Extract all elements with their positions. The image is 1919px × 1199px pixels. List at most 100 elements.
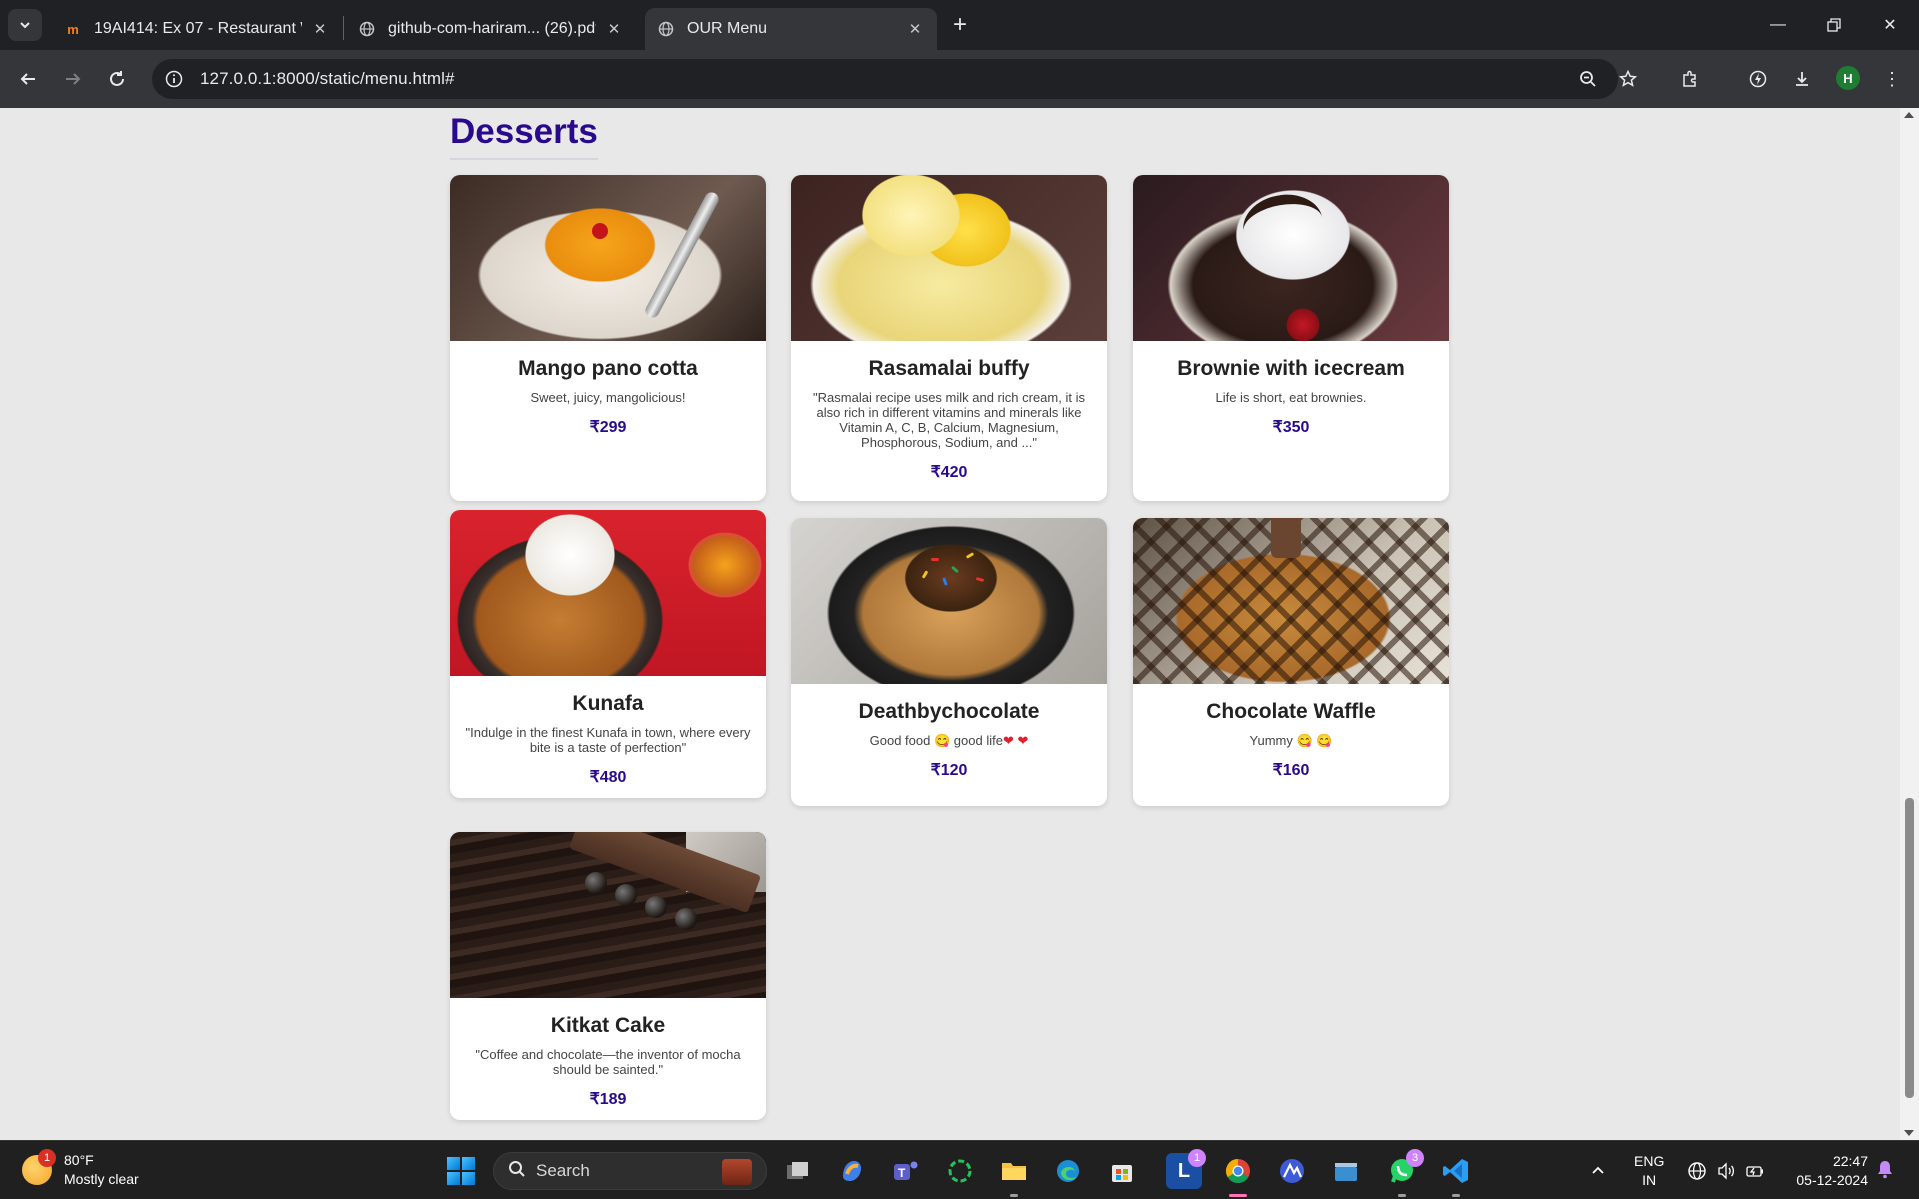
start-button[interactable] bbox=[447, 1157, 475, 1185]
chrome-icon bbox=[1225, 1159, 1250, 1184]
speed-icon bbox=[1749, 70, 1767, 88]
address-bar[interactable]: 127.0.0.1:8000/static/menu.html# bbox=[152, 59, 1618, 99]
menu-card-mango-pano-cotta[interactable]: Mango pano cotta Sweet, juicy, mangolici… bbox=[450, 175, 766, 501]
page-scrollbar[interactable] bbox=[1900, 108, 1919, 1140]
running-indicator bbox=[1229, 1194, 1247, 1197]
reload-button[interactable] bbox=[99, 61, 135, 97]
arrow-right-icon bbox=[66, 73, 81, 85]
tab-our-menu[interactable]: OUR Menu ✕ bbox=[645, 8, 937, 50]
whatsapp-button[interactable]: 3 bbox=[1384, 1149, 1424, 1197]
circle-app-button[interactable] bbox=[942, 1153, 978, 1189]
puzzle-icon bbox=[1683, 70, 1696, 87]
description-text: good life bbox=[953, 733, 1003, 748]
film-app-button[interactable] bbox=[1328, 1153, 1364, 1189]
dessert-photo bbox=[1133, 175, 1449, 341]
arc-icon bbox=[1280, 1159, 1304, 1183]
notification-badge: 1 bbox=[1188, 1149, 1206, 1167]
lang-bottom: IN bbox=[1642, 1172, 1657, 1188]
clapperboard-icon bbox=[1335, 1163, 1357, 1181]
tab-title: github-com-hariram... (26).pdf bbox=[388, 20, 596, 37]
item-name: Mango pano cotta bbox=[518, 357, 698, 380]
store-icon bbox=[1112, 1165, 1132, 1182]
chrome-button[interactable] bbox=[1220, 1153, 1256, 1197]
volume-icon[interactable] bbox=[1716, 1141, 1736, 1199]
input-language[interactable]: ENG IN bbox=[1634, 1152, 1664, 1190]
show-hidden-icons[interactable] bbox=[1590, 1141, 1606, 1199]
weather-temp: 80°F bbox=[64, 1152, 94, 1168]
teams-icon: T bbox=[894, 1161, 918, 1180]
search-highlight-icon bbox=[722, 1159, 752, 1185]
performance-button[interactable] bbox=[1740, 61, 1776, 97]
taskbar-search[interactable]: Search bbox=[493, 1152, 767, 1190]
extensions-button[interactable] bbox=[1672, 61, 1708, 97]
minimize-icon: — bbox=[1770, 16, 1786, 33]
scroll-up-arrow[interactable] bbox=[1904, 112, 1914, 118]
clock-date: 05-12-2024 bbox=[1796, 1172, 1868, 1188]
scroll-down-arrow[interactable] bbox=[1904, 1130, 1914, 1136]
running-indicator bbox=[1010, 1194, 1018, 1197]
downloads-button[interactable] bbox=[1784, 61, 1820, 97]
menu-card-deathbychocolate[interactable]: Deathbychocolate Good food 😋 good life❤ … bbox=[791, 518, 1107, 806]
arc-app-button[interactable] bbox=[1274, 1153, 1310, 1189]
photo-detail bbox=[615, 884, 637, 906]
close-icon[interactable]: ✕ bbox=[310, 19, 330, 39]
windows-logo-tile bbox=[447, 1172, 460, 1185]
folder-icon bbox=[1002, 1163, 1026, 1180]
menu-card-rasamalai-buffy[interactable]: Rasamalai buffy "Rasmalai recipe uses mi… bbox=[791, 175, 1107, 501]
item-description: Life is short, eat brownies. bbox=[1215, 390, 1367, 405]
reload-icon bbox=[110, 71, 124, 86]
network-icon[interactable] bbox=[1687, 1141, 1707, 1199]
battery-icon[interactable] bbox=[1745, 1141, 1765, 1199]
weather-widget[interactable]: 1 80°F Mostly clear bbox=[22, 1149, 139, 1189]
clock-time: 22:47 bbox=[1832, 1153, 1868, 1169]
forward-button[interactable] bbox=[55, 61, 91, 97]
edge-button[interactable] bbox=[1050, 1153, 1086, 1189]
menu-button[interactable]: ⋮ bbox=[1874, 61, 1910, 97]
back-button[interactable] bbox=[10, 61, 46, 97]
edge-icon bbox=[1057, 1160, 1079, 1182]
chevron-up-icon bbox=[1592, 1166, 1604, 1174]
task-view-button[interactable] bbox=[780, 1153, 816, 1189]
tab-search-button[interactable] bbox=[8, 9, 42, 41]
l-app-button[interactable]: L 1 bbox=[1166, 1149, 1206, 1189]
menu-card-chocolate-waffle[interactable]: Chocolate Waffle Yummy 😋 😋 ₹160 bbox=[1133, 518, 1449, 806]
photo-detail bbox=[931, 558, 939, 561]
close-icon[interactable]: ✕ bbox=[604, 19, 624, 39]
taskbar: 1 80°F Mostly clear Search T L 1 3 ENG I… bbox=[0, 1140, 1919, 1199]
close-window-button[interactable]: ✕ bbox=[1862, 0, 1918, 50]
browser-toolbar: 127.0.0.1:8000/static/menu.html# ⋮ bbox=[0, 50, 1919, 108]
section-title: Desserts bbox=[450, 112, 598, 160]
site-info-icon[interactable] bbox=[156, 61, 192, 97]
search-icon bbox=[508, 1160, 526, 1183]
tab-moodle[interactable]: m 19AI414: Ex 07 - Restaurant We ✕ bbox=[52, 8, 342, 50]
zoom-button[interactable] bbox=[1570, 61, 1606, 97]
teams-button[interactable]: T bbox=[888, 1153, 924, 1189]
photo-detail bbox=[1238, 188, 1328, 262]
clock[interactable]: 22:47 05-12-2024 bbox=[1788, 1152, 1868, 1190]
photo-detail bbox=[592, 223, 608, 239]
item-price: ₹420 bbox=[930, 464, 968, 481]
menu-card-kunafa[interactable]: Kunafa "Indulge in the finest Kunafa in … bbox=[450, 510, 766, 798]
store-button[interactable] bbox=[1104, 1153, 1140, 1189]
vscode-button[interactable] bbox=[1438, 1153, 1474, 1197]
minimize-button[interactable]: — bbox=[1750, 0, 1806, 50]
bookmark-button[interactable] bbox=[1610, 61, 1646, 97]
dessert-photo bbox=[791, 518, 1107, 684]
scrollbar-thumb[interactable] bbox=[1905, 798, 1914, 1098]
profile-avatar[interactable]: H bbox=[1836, 66, 1860, 90]
item-price: ₹299 bbox=[589, 419, 627, 436]
restore-button[interactable] bbox=[1806, 0, 1862, 50]
dessert-photo bbox=[791, 175, 1107, 341]
item-description: "Coffee and chocolate—the inventor of mo… bbox=[475, 1047, 741, 1077]
close-icon[interactable]: ✕ bbox=[905, 19, 925, 39]
item-price: ₹160 bbox=[1272, 762, 1310, 779]
menu-card-kitkat-cake[interactable]: Kitkat Cake "Coffee and chocolate—the in… bbox=[450, 832, 766, 1120]
photo-detail bbox=[1271, 518, 1301, 558]
notifications-bell-icon[interactable] bbox=[1876, 1159, 1894, 1184]
copilot-button[interactable] bbox=[834, 1153, 870, 1189]
tab-title: OUR Menu bbox=[687, 20, 768, 37]
menu-card-brownie-with-icecream[interactable]: Brownie with icecream Life is short, eat… bbox=[1133, 175, 1449, 501]
tab-pdf[interactable]: github-com-hariram... (26).pdf ✕ bbox=[346, 8, 636, 50]
file-explorer-button[interactable] bbox=[996, 1153, 1032, 1197]
new-tab-button[interactable]: + bbox=[944, 11, 976, 39]
